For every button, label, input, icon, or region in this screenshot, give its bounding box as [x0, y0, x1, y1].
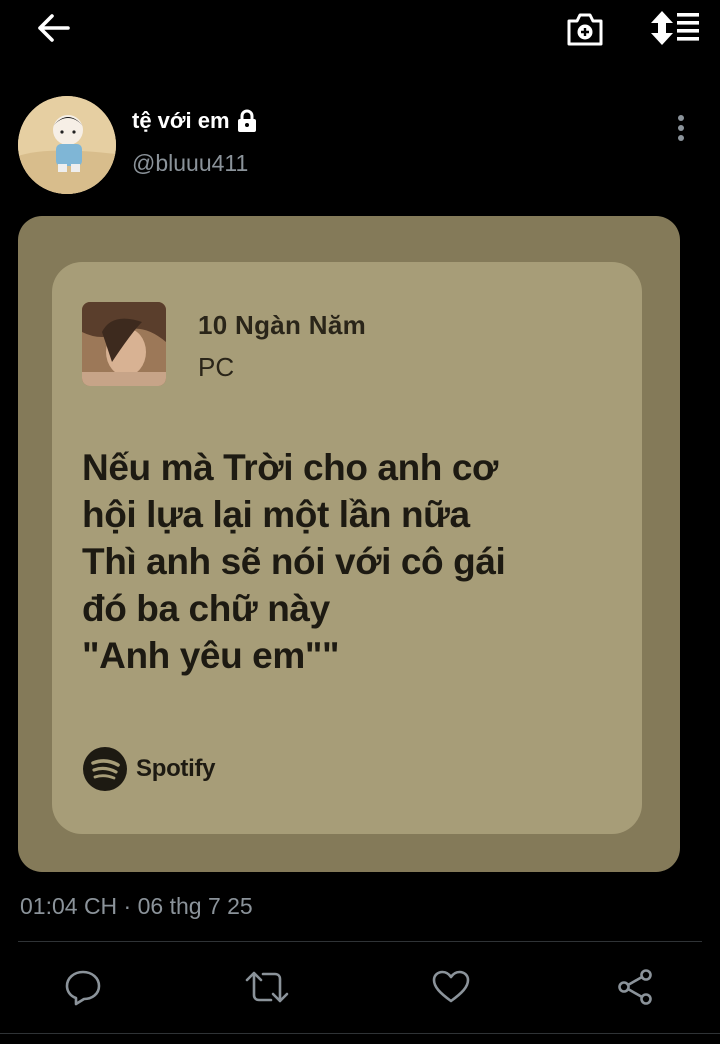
back-button[interactable] [30, 8, 76, 48]
camera-button[interactable] [562, 8, 608, 50]
display-name[interactable]: tệ với em [132, 108, 258, 134]
spotify-lyric-card: 10 Ngàn Năm PC Nếu mà Trời cho anh cơ hộ… [52, 262, 642, 834]
share-icon [618, 969, 652, 1005]
song-title: 10 Ngàn Năm [198, 310, 367, 340]
tweet-media-image[interactable]: 10 Ngàn Năm PC Nếu mà Trời cho anh cơ hộ… [18, 216, 680, 872]
top-bar [0, 0, 720, 60]
retweet-icon [245, 971, 289, 1003]
arrow-left-icon [38, 14, 70, 42]
lyrics-text: Nếu mà Trời cho anh cơ hội lựa lại một l… [82, 447, 506, 676]
bottom-divider [0, 1033, 720, 1034]
share-button[interactable] [610, 960, 660, 1014]
sort-button[interactable] [648, 6, 702, 50]
retweet-button[interactable] [242, 960, 292, 1014]
reply-icon [65, 970, 101, 1006]
spotify-logo-icon [83, 747, 127, 791]
like-button[interactable] [426, 960, 476, 1014]
display-name-text: tệ với em [132, 108, 230, 133]
camera-add-icon [567, 13, 603, 46]
song-artist: PC [198, 352, 235, 382]
avatar[interactable] [18, 96, 116, 194]
sort-list-icon [651, 11, 699, 45]
album-cover-image [82, 302, 166, 386]
album-cover [82, 302, 166, 386]
heart-icon [432, 970, 470, 1003]
divider [18, 941, 702, 942]
tweet-timestamp[interactable]: 01:04 CH · 06 thg 7 25 [20, 893, 253, 920]
spotify-brand: Spotify [82, 746, 216, 792]
more-vertical-icon [678, 115, 684, 141]
lock-icon [237, 109, 256, 132]
tweet-actions-bar [0, 960, 720, 1020]
more-options-button[interactable] [664, 110, 698, 146]
spotify-wordmark: Spotify [136, 755, 216, 782]
user-handle[interactable]: @bluuu411 [132, 150, 248, 177]
avatar-image [18, 96, 116, 194]
reply-button[interactable] [58, 960, 108, 1014]
